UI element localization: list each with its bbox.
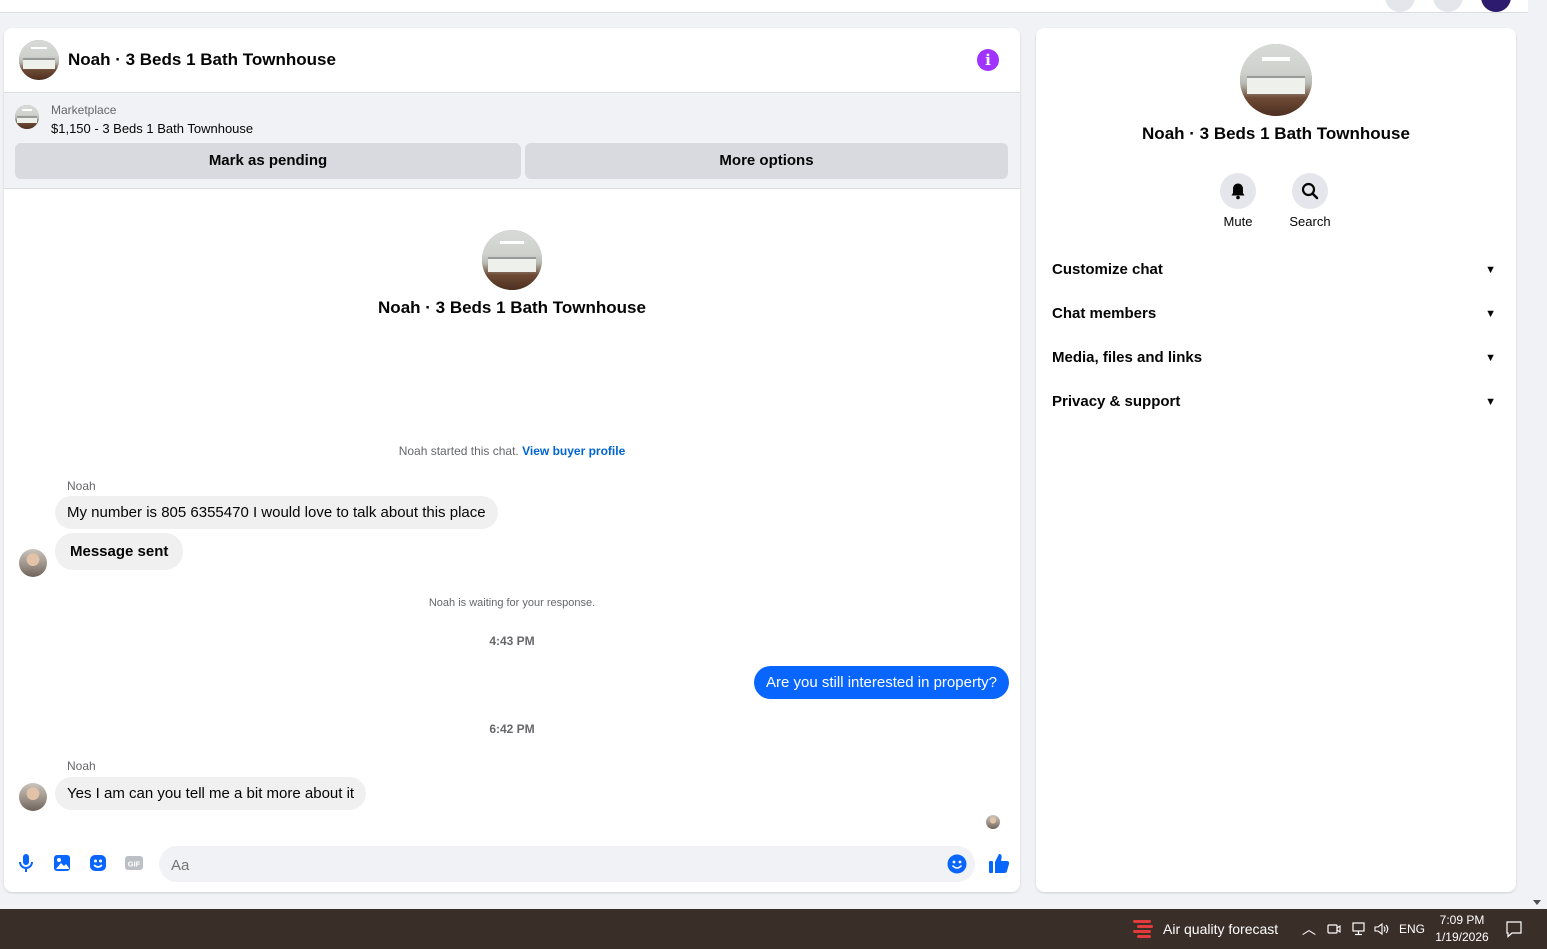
profile-avatar[interactable] xyxy=(1481,0,1511,12)
chevron-up-icon[interactable]: ︿ xyxy=(1302,919,1316,939)
more-options-button[interactable]: More options xyxy=(525,143,1008,179)
intro-name: Noah · 3 Beds 1 Bath Townhouse xyxy=(378,298,646,317)
intro-avatar xyxy=(482,230,542,290)
listing-title[interactable]: $1,150 - 3 Beds 1 Bath Townhouse xyxy=(51,121,253,136)
webcam-icon[interactable] xyxy=(1327,922,1341,936)
windows-taskbar: Air quality forecast ︿ ENG 7:09 PM 1/19/… xyxy=(0,909,1547,949)
sender-name: Noah xyxy=(67,479,96,493)
conversation-details-panel: Noah · 3 Beds 1 Bath Townhouse Mute Sear… xyxy=(1036,28,1516,892)
view-buyer-profile-link[interactable]: View buyer profile xyxy=(522,444,625,458)
customize-chat-section[interactable]: Customize chat ▼ xyxy=(1052,250,1500,290)
chevron-down-icon: ▼ xyxy=(1485,264,1496,276)
volume-icon[interactable] xyxy=(1374,922,1390,936)
chat-panel: Noah · 3 Beds 1 Bath Townhouse i Marketp… xyxy=(4,28,1020,892)
page-scrollbar[interactable] xyxy=(1528,0,1547,909)
section-label: Privacy & support xyxy=(1052,393,1181,410)
section-label: Media, files and links xyxy=(1052,349,1203,366)
language-indicator[interactable]: ENG xyxy=(1399,922,1425,936)
noah-avatar[interactable] xyxy=(19,549,47,577)
top-navigation-bar xyxy=(0,0,1528,13)
listing-bar: Marketplace $1,150 - 3 Beds 1 Bath Townh… xyxy=(4,93,1020,189)
sender-name: Noah xyxy=(67,759,96,773)
thumbs-up-icon[interactable] xyxy=(988,852,1010,874)
listing-thumbnail[interactable] xyxy=(15,105,39,129)
waiting-notice: Noah is waiting for your response. xyxy=(428,597,596,609)
chevron-down-icon: ▼ xyxy=(1485,352,1496,364)
privacy-support-section[interactable]: Privacy & support ▼ xyxy=(1052,382,1500,422)
photo-icon[interactable] xyxy=(52,853,72,873)
timestamp: 4:43 PM xyxy=(489,634,535,648)
microphone-icon[interactable] xyxy=(16,853,36,873)
clock-time: 7:09 PM xyxy=(1439,913,1485,927)
scroll-down-arrow-icon[interactable] xyxy=(1533,900,1541,905)
mute-label: Mute xyxy=(1223,214,1253,229)
message-bubble[interactable]: My number is 805 6355470 I would love to… xyxy=(55,496,498,529)
media-files-links-section[interactable]: Media, files and links ▼ xyxy=(1052,338,1500,378)
clock-date: 1/19/2026 xyxy=(1435,930,1489,944)
network-icon[interactable] xyxy=(1350,922,1366,936)
sent-message-bubble[interactable]: Are you still interested in property? xyxy=(754,666,1009,699)
chat-members-section[interactable]: Chat members ▼ xyxy=(1052,294,1500,334)
gif-icon[interactable]: GIF xyxy=(124,853,144,873)
message-input-box[interactable] xyxy=(159,846,975,884)
composer: GIF xyxy=(4,838,1020,892)
menu-icon[interactable] xyxy=(1385,0,1415,12)
chat-started-notice: Noah started this chat. View buyer profi… xyxy=(4,444,1020,458)
chat-header: Noah · 3 Beds 1 Bath Townhouse i xyxy=(4,28,1020,93)
notification-center-icon[interactable] xyxy=(1505,920,1523,938)
mark-as-pending-button[interactable]: Mark as pending xyxy=(15,143,521,179)
chevron-down-icon: ▼ xyxy=(1485,396,1496,408)
search-button[interactable]: Search xyxy=(1280,173,1340,229)
messenger-icon[interactable] xyxy=(1433,0,1463,12)
weather-widget-label[interactable]: Air quality forecast xyxy=(1163,921,1278,937)
emoji-icon[interactable] xyxy=(947,854,967,874)
reply-message-bubble[interactable]: Yes I am can you tell me a bit more abou… xyxy=(55,777,367,810)
mute-button[interactable]: Mute xyxy=(1208,173,1268,229)
chat-started-text: Noah started this chat. xyxy=(398,444,519,458)
section-label: Customize chat xyxy=(1052,261,1163,278)
message-sent-bubble[interactable]: Message sent xyxy=(55,533,184,570)
info-icon[interactable]: i xyxy=(977,49,999,71)
bell-icon xyxy=(1231,183,1245,200)
clock[interactable]: 7:09 PM 1/19/2026 xyxy=(1430,912,1494,946)
message-input[interactable] xyxy=(169,846,933,884)
read-receipt-avatar xyxy=(986,815,1000,829)
chevron-down-icon: ▼ xyxy=(1485,308,1496,320)
search-icon xyxy=(1301,182,1319,200)
svg-text:GIF: GIF xyxy=(128,860,141,869)
noah-avatar[interactable] xyxy=(19,783,47,811)
air-quality-icon[interactable] xyxy=(1131,918,1155,940)
chat-title[interactable]: Noah · 3 Beds 1 Bath Townhouse xyxy=(68,50,336,70)
section-label: Chat members xyxy=(1052,305,1157,322)
listing-label: Marketplace xyxy=(51,103,117,117)
sticker-icon[interactable] xyxy=(88,853,108,873)
details-avatar[interactable] xyxy=(1240,44,1312,116)
timestamp: 6:42 PM xyxy=(489,722,535,736)
search-label: Search xyxy=(1289,214,1331,229)
chat-avatar[interactable] xyxy=(19,40,59,80)
details-name[interactable]: Noah · 3 Beds 1 Bath Townhouse xyxy=(1036,124,1516,144)
